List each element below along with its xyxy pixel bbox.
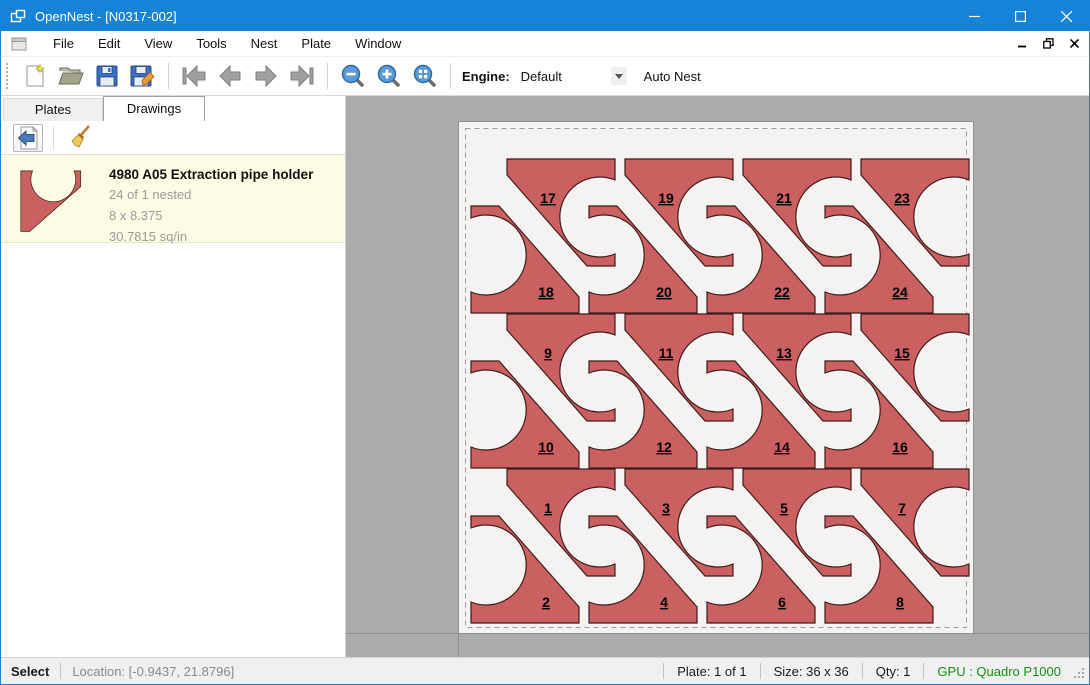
close-button[interactable] (1043, 1, 1089, 31)
first-plate-button[interactable] (179, 61, 209, 91)
drawing-dimensions: 8 x 8.375 (109, 207, 313, 224)
minimize-button[interactable] (951, 1, 997, 31)
part-number-label[interactable]: 8 (896, 594, 904, 610)
status-bar: Select Location: [-0.9437, 21.8796] Plat… (1, 657, 1089, 684)
save-as-button[interactable] (128, 61, 158, 91)
part-number-label[interactable]: 1 (544, 500, 552, 516)
engine-label: Engine: (462, 69, 510, 84)
part-number-label[interactable]: 7 (898, 500, 906, 516)
open-file-button[interactable] (56, 61, 86, 91)
engine-value: Default (517, 69, 611, 84)
auto-nest-button[interactable]: Auto Nest (634, 64, 711, 89)
zoom-in-button[interactable] (374, 61, 404, 91)
status-location: Location: [-0.9437, 21.8796] (72, 664, 234, 679)
part-number-label[interactable]: 24 (892, 284, 908, 300)
main-toolbar: Engine: Default Auto Nest (1, 57, 1089, 96)
save-button[interactable] (92, 61, 122, 91)
drawing-area: 30.7815 sq/in (109, 228, 313, 245)
part-number-label[interactable]: 10 (538, 439, 554, 455)
app-window: OpenNest - [N0317-002] File Edit View To… (0, 0, 1090, 685)
menu-view[interactable]: View (132, 32, 184, 55)
nested-part[interactable] (861, 469, 969, 576)
part-number-label[interactable]: 13 (776, 345, 792, 361)
engine-select[interactable]: Default (516, 65, 628, 87)
send-to-drawing-button[interactable] (13, 124, 43, 152)
part-number-label[interactable]: 12 (656, 439, 672, 455)
status-plate: Plate: 1 of 1 (677, 664, 746, 679)
menu-window[interactable]: Window (343, 32, 413, 55)
nested-part[interactable] (471, 361, 579, 468)
part-number-label[interactable]: 11 (659, 345, 674, 361)
toolbar-grip[interactable] (6, 63, 11, 89)
menu-plate[interactable]: Plate (289, 32, 343, 55)
part-number-label[interactable]: 6 (778, 594, 786, 610)
horizontal-scrollbar[interactable] (346, 633, 1089, 657)
zoom-out-button[interactable] (338, 61, 368, 91)
part-number-label[interactable]: 3 (662, 500, 670, 516)
part-number-label[interactable]: 2 (542, 594, 550, 610)
drawings-toolbar (1, 122, 345, 155)
part-number-label[interactable]: 20 (656, 284, 672, 300)
menu-file[interactable]: File (41, 32, 86, 55)
part-number-label[interactable]: 9 (544, 345, 552, 361)
new-file-button[interactable] (20, 61, 50, 91)
part-number-label[interactable]: 15 (894, 345, 910, 361)
status-gpu: GPU : Quadro P1000 (937, 664, 1061, 679)
app-icon (10, 9, 26, 24)
document-window-icon[interactable] (11, 37, 27, 51)
window-title: OpenNest - [N0317-002] (35, 9, 951, 24)
menu-tools[interactable]: Tools (184, 32, 238, 55)
menu-nest[interactable]: Nest (239, 32, 290, 55)
part-number-label[interactable]: 23 (894, 190, 910, 206)
mdi-restore-icon[interactable] (1037, 33, 1059, 55)
previous-plate-button[interactable] (215, 61, 245, 91)
last-plate-button[interactable] (287, 61, 317, 91)
drawing-list-item[interactable]: 4980 A05 Extraction pipe holder 24 of 1 … (1, 155, 345, 243)
side-panel: Plates Drawings (1, 96, 346, 657)
maximize-button[interactable] (997, 1, 1043, 31)
status-mode: Select (11, 664, 49, 679)
status-qty: Qty: 1 (876, 664, 911, 679)
panel-tabs: Plates Drawings (1, 96, 345, 121)
nesting-canvas[interactable]: 171819202122232491011121314151612345678 (346, 96, 1089, 657)
plate-sheet[interactable]: 171819202122232491011121314151612345678 (458, 121, 974, 635)
next-plate-button[interactable] (251, 61, 281, 91)
menu-edit[interactable]: Edit (86, 32, 132, 55)
nested-part[interactable] (861, 314, 969, 421)
scrollbar-divider (458, 634, 459, 657)
part-thumbnail (15, 163, 95, 237)
nested-part[interactable] (471, 516, 579, 623)
nested-part[interactable] (471, 206, 579, 313)
status-size: Size: 36 x 36 (774, 664, 849, 679)
part-number-label[interactable]: 17 (540, 190, 556, 206)
drawing-title: 4980 A05 Extraction pipe holder (109, 167, 313, 182)
part-number-label[interactable]: 16 (892, 439, 908, 455)
part-number-label[interactable]: 19 (658, 190, 674, 206)
zoom-fit-button[interactable] (410, 61, 440, 91)
tab-plates[interactable]: Plates (3, 98, 103, 121)
part-number-label[interactable]: 22 (774, 284, 790, 300)
tab-drawings[interactable]: Drawings (103, 96, 205, 121)
part-number-label[interactable]: 14 (774, 439, 790, 455)
menu-bar: File Edit View Tools Nest Plate Window (1, 31, 1089, 57)
part-number-label[interactable]: 5 (780, 500, 788, 516)
part-number-label[interactable]: 18 (538, 284, 554, 300)
chevron-down-icon[interactable] (611, 67, 627, 85)
part-number-label[interactable]: 4 (660, 594, 668, 610)
mdi-close-icon[interactable] (1063, 33, 1085, 55)
clear-broom-icon[interactable] (66, 124, 96, 152)
resize-grip[interactable] (1073, 667, 1085, 682)
nested-part[interactable] (861, 159, 969, 266)
title-bar: OpenNest - [N0317-002] (1, 1, 1089, 31)
part-number-label[interactable]: 21 (776, 190, 792, 206)
drawing-nested-count: 24 of 1 nested (109, 186, 313, 203)
mdi-minimize-icon[interactable] (1011, 33, 1033, 55)
